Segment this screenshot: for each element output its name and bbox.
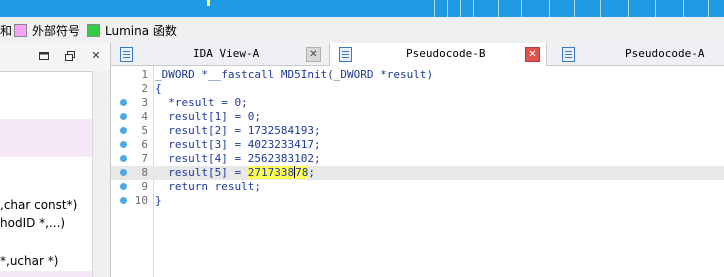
code-line[interactable]: 4 result[1] = 0;: [111, 110, 724, 124]
nav-segment: [460, 0, 461, 17]
nav-segment: [574, 0, 575, 17]
breakpoint-dot-icon[interactable]: [120, 197, 127, 204]
functions-panel: ✕ ,char const*) hodID *,...) *,uchar *): [0, 43, 111, 277]
breakpoint-dot-icon[interactable]: [120, 113, 127, 120]
breakpoint-dot-icon[interactable]: [120, 183, 127, 190]
pseudocode-view[interactable]: 1 _DWORD *__fastcall MD5Init(_DWORD *res…: [111, 66, 724, 277]
highlight-band: [0, 271, 92, 277]
line-number: 4: [141, 110, 148, 123]
nav-cursor-marker: [207, 0, 210, 6]
line-number: 7: [141, 152, 148, 165]
code-line[interactable]: 1 _DWORD *__fastcall MD5Init(_DWORD *res…: [111, 68, 724, 82]
tab-label: Pseudocode-A: [625, 47, 705, 60]
code-fragment: ;: [308, 166, 315, 179]
minimize-icon[interactable]: [37, 49, 51, 63]
code-text[interactable]: return result;: [155, 180, 261, 194]
code-text[interactable]: {: [155, 82, 162, 96]
code-line[interactable]: 5 result[2] = 1732584193;: [111, 124, 724, 138]
breakpoint-dot-icon[interactable]: [120, 99, 127, 106]
code-line[interactable]: 9 return result;: [111, 180, 724, 194]
code-text[interactable]: result[4] = 2562383102;: [155, 152, 320, 166]
nav-segment: [655, 0, 656, 17]
code-line[interactable]: 7 result[4] = 2562383102;: [111, 152, 724, 166]
nav-segment: [434, 0, 435, 17]
line-number: 5: [141, 124, 148, 137]
code-text-current[interactable]: result[5] = 271733878;: [155, 166, 315, 180]
tab-close-icon[interactable]: ✕: [525, 47, 540, 62]
function-signature[interactable]: hodID *,...): [0, 216, 65, 230]
nav-segment: [498, 0, 499, 17]
line-number: 9: [141, 180, 148, 193]
nav-segment: [628, 0, 629, 17]
nav-segment: [549, 0, 550, 17]
highlight-band: [0, 119, 92, 157]
legend-item: 和: [0, 22, 12, 38]
code-text[interactable]: result[1] = 0;: [155, 110, 261, 124]
panel-titlebar: ✕: [0, 43, 110, 72]
legend-swatch-external: [14, 23, 27, 37]
document-icon: [562, 47, 575, 62]
code-text[interactable]: result[2] = 1732584193;: [155, 124, 320, 138]
text-caret: [294, 166, 296, 178]
breakpoint-dot-icon[interactable]: [120, 141, 127, 148]
navigation-band[interactable]: [0, 0, 724, 17]
close-icon[interactable]: ✕: [89, 49, 103, 63]
legend-item: Lumina 函数: [87, 22, 177, 38]
tab-label: IDA View-A: [193, 47, 260, 60]
line-number: 6: [141, 138, 148, 151]
legend-label: 外部符号: [32, 23, 81, 38]
breakpoint-dot-icon[interactable]: [120, 155, 127, 162]
tab-label: Pseudocode-B: [406, 47, 486, 60]
line-number: 1: [141, 68, 148, 81]
line-number: 2: [141, 82, 148, 95]
breakpoint-dot-icon[interactable]: [120, 127, 127, 134]
nav-segment: [521, 0, 522, 17]
code-text[interactable]: *result = 0;: [155, 96, 247, 110]
code-line[interactable]: 6 result[3] = 4023233417;: [111, 138, 724, 152]
code-text[interactable]: _DWORD *__fastcall MD5Init(_DWORD *resul…: [155, 68, 433, 82]
restore-icon[interactable]: [63, 49, 77, 63]
code-text[interactable]: result[3] = 4023233417;: [155, 138, 320, 152]
line-number: 3: [141, 96, 148, 109]
code-line[interactable]: 3 *result = 0;: [111, 96, 724, 110]
legend-label: Lumina 函数: [105, 23, 177, 38]
line-number: 10: [134, 194, 148, 207]
nav-segment: [708, 0, 709, 17]
tab-close-icon[interactable]: ✕: [306, 47, 321, 62]
code-fragment: result[5] =: [155, 166, 248, 179]
code-text[interactable]: }: [155, 194, 162, 208]
tab-ida-view-a[interactable]: IDA View-A ✕: [111, 43, 325, 65]
nav-segment: [683, 0, 684, 17]
legend-label: 和: [0, 23, 13, 38]
code-line[interactable]: 2 {: [111, 82, 724, 96]
vertical-scrollbar[interactable]: [92, 71, 110, 277]
function-signature[interactable]: ,char const*): [0, 198, 77, 212]
nav-segment: [447, 0, 448, 17]
document-icon: [339, 47, 352, 62]
code-line-current[interactable]: 8 result[5] = 271733878;: [111, 166, 724, 180]
line-number: 8: [141, 166, 148, 179]
document-icon: [120, 47, 133, 62]
nav-segment: [473, 0, 474, 17]
legend-swatch-lumina: [87, 23, 100, 37]
nav-segment: [600, 0, 601, 17]
selected-number[interactable]: 271733878: [247, 166, 309, 179]
code-line[interactable]: 10 }: [111, 194, 724, 208]
breakpoint-dot-icon[interactable]: [120, 169, 127, 176]
legend-item: 外部符号: [14, 22, 80, 38]
function-signature[interactable]: *,uchar *): [0, 254, 58, 268]
legend-bar: 和 外部符号 Lumina 函数: [0, 17, 724, 44]
tab-pseudocode-a[interactable]: Pseudocode-A: [553, 43, 724, 65]
tab-strip: IDA View-A ✕ Pseudocode-B ✕ Pseudocode-A: [111, 43, 724, 66]
tab-pseudocode-b[interactable]: Pseudocode-B ✕: [329, 43, 547, 66]
